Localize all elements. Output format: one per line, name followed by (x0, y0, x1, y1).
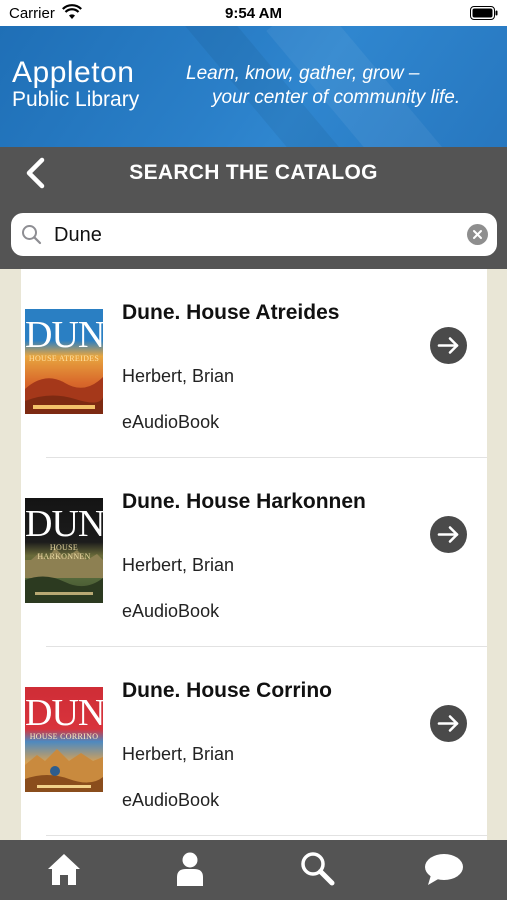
result-title[interactable]: Dune. House Harkonnen (122, 490, 366, 514)
result-author: Herbert, Brian (122, 555, 235, 575)
status-bar: Carrier 9:54 AM (0, 0, 507, 26)
result-author: Herbert, Brian (122, 744, 235, 764)
book-cover-image: DUNE HOUSE CORRINO (25, 687, 103, 792)
tagline-line1: Learn, know, gather, grow – (186, 63, 420, 84)
search-query: Dune (54, 224, 102, 246)
clear-icon (473, 230, 482, 239)
search-bar: Dune (0, 199, 507, 269)
arrow-right-icon (437, 526, 459, 543)
cover-subtitle: HOUSE HARKONNEN (37, 543, 91, 561)
library-logo-subname: Public Library (12, 88, 140, 111)
clear-search-button[interactable] (467, 224, 488, 245)
person-icon[interactable] (170, 849, 210, 889)
page-title: SEARCH THE CATALOG (129, 161, 378, 184)
result-title[interactable]: Dune. House Corrino (122, 679, 332, 703)
home-icon[interactable] (44, 849, 84, 889)
result-row[interactable]: DUNE HOUSE CORRINO Dune. House Corrino H… (21, 647, 487, 836)
cover-subtitle: HOUSE CORRINO (29, 732, 99, 741)
search-input[interactable]: Dune (11, 213, 497, 256)
open-details-button[interactable] (430, 705, 467, 742)
arrow-right-icon (437, 715, 459, 732)
open-details-button[interactable] (430, 516, 467, 553)
search-icon[interactable] (297, 849, 337, 889)
navigation-header: SEARCH THE CATALOG (0, 147, 507, 199)
tagline-line2: your center of community life. (212, 87, 461, 108)
row-divider (46, 835, 487, 836)
result-author: Herbert, Brian (122, 366, 235, 386)
clock: 9:54 AM (225, 5, 282, 22)
book-cover-image: DUNE HOUSE HARKONNEN (25, 498, 103, 603)
cover-title: DUNE (25, 692, 103, 734)
search-icon (22, 225, 42, 245)
cover-title: DUNE (25, 314, 103, 356)
result-row[interactable]: DUNE HOUSE HARKONNEN Dune. House Harkonn… (21, 458, 487, 647)
results-list: DUNE HOUSE ATREIDES Dune. House Atreides… (21, 269, 487, 840)
battery-icon (470, 6, 498, 20)
result-title[interactable]: Dune. House Atreides (122, 301, 339, 325)
library-banner: Appleton Public Library Learn, know, gat… (0, 26, 507, 147)
chat-bubble-icon[interactable] (422, 849, 466, 889)
result-format: eAudioBook (122, 412, 220, 432)
arrow-right-icon (437, 337, 459, 354)
book-cover-image: DUNE HOUSE ATREIDES (25, 309, 103, 414)
cover-title: DUNE (25, 503, 103, 545)
result-format: eAudioBook (122, 790, 220, 810)
result-row[interactable]: DUNE HOUSE ATREIDES Dune. House Atreides… (21, 269, 487, 458)
tab-bar (0, 840, 507, 900)
cover-subtitle: HOUSE ATREIDES (28, 354, 100, 363)
library-logo-name: Appleton (12, 56, 135, 89)
open-details-button[interactable] (430, 327, 467, 364)
result-format: eAudioBook (122, 601, 220, 621)
